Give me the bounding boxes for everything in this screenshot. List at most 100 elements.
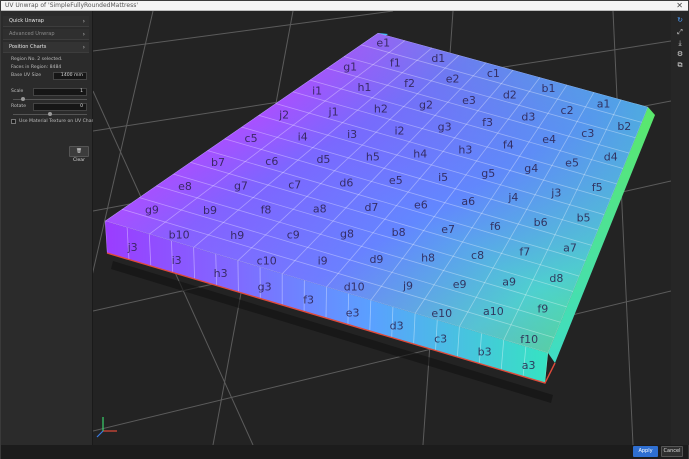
- scale-slider-handle[interactable]: [21, 97, 25, 101]
- download-icon[interactable]: ⤓: [674, 38, 686, 48]
- uv-cell-label: j9: [402, 280, 413, 293]
- use-material-texture-label: Use Material Texture on UV Charts: [19, 119, 98, 124]
- layers-icon[interactable]: ⧉: [674, 60, 686, 70]
- uv-cell-label: c9: [287, 229, 300, 242]
- rotate-input[interactable]: 0: [33, 103, 87, 111]
- axis-gizmo: [96, 417, 117, 438]
- uv-cell-label: d10: [344, 281, 365, 294]
- uv-cell-label: a10: [483, 305, 504, 318]
- uv-cell-label: c3: [581, 127, 594, 140]
- advanced-unwrap-section[interactable]: Advanced Unwrap ›: [3, 29, 89, 40]
- base-uv-size-label: Base UV Size: [11, 73, 42, 78]
- uv-cell-label: h1: [357, 81, 371, 94]
- 3d-viewport[interactable]: j3 i3 h3 g3 f3 e3 d3 c3 b3 a3 e1 d1 c1 b1 a1 f1 e2 d2 c2 b…: [93, 11, 671, 445]
- chevron-right-icon: ›: [82, 18, 85, 25]
- advanced-unwrap-label: Advanced Unwrap: [9, 31, 55, 37]
- uv-cell-label: c6: [265, 155, 278, 168]
- uv-cell-label: e6: [414, 198, 428, 211]
- uv-cell-label: g2: [419, 98, 433, 111]
- scale-label: Scale: [11, 89, 24, 94]
- uv-unwrap-window: UV Unwrap of 'SimpleFullyRoundedMattress…: [0, 0, 689, 459]
- uv-cell-label: e1: [376, 37, 390, 50]
- rotate-slider[interactable]: [13, 112, 87, 116]
- uv-cell-label: e3: [462, 94, 476, 107]
- uv-cell-label: g1: [343, 61, 357, 74]
- uv-cell-label: j4: [507, 191, 518, 204]
- uv-cell-label: d8: [549, 272, 563, 285]
- uv-cell-label: j3: [127, 241, 138, 254]
- uv-cell-label: h4: [413, 147, 427, 160]
- uv-cell-label: h9: [230, 229, 244, 242]
- uv-cell-label: d9: [369, 253, 383, 266]
- uv-cell-label: b1: [541, 82, 555, 95]
- trash-icon: 🗑: [76, 149, 82, 154]
- cancel-button[interactable]: Cancel: [661, 446, 683, 457]
- title-bar: UV Unwrap of 'SimpleFullyRoundedMattress…: [1, 1, 688, 11]
- uv-cell-label: d7: [364, 201, 378, 214]
- uv-cell-label: j2: [278, 108, 289, 121]
- quick-unwrap-section[interactable]: Quick Unwrap ›: [3, 16, 89, 27]
- uv-cell-label: g7: [234, 179, 248, 192]
- rotate-slider-handle[interactable]: [48, 112, 52, 116]
- uv-cell-label: f9: [537, 302, 548, 315]
- uv-cell-label: b8: [392, 226, 406, 239]
- uv-cell-label: e7: [441, 223, 455, 236]
- uv-cell-label: e5: [389, 174, 403, 187]
- uv-cell-label: f10: [520, 333, 538, 346]
- uv-cell-label: d2: [503, 88, 517, 101]
- uv-cell-label: f3: [303, 293, 314, 306]
- uv-cell-label: a1: [597, 97, 611, 110]
- uv-cell-label: f3: [482, 116, 493, 129]
- base-uv-size-input[interactable]: 1400 mm: [53, 72, 87, 80]
- uv-cell-label: c7: [288, 178, 301, 191]
- uv-grid-line: [325, 286, 327, 319]
- uv-cell-label: d1: [431, 52, 445, 65]
- position-charts-label: Position Charts: [9, 44, 47, 50]
- chevron-down-icon: ›: [82, 44, 85, 51]
- uv-cell-label: c5: [245, 132, 258, 145]
- uv-cell-label: e5: [565, 157, 579, 170]
- uv-cell-label: h3: [458, 143, 472, 156]
- uv-cell-label: d6: [339, 177, 353, 190]
- clear-button[interactable]: 🗑 Clear: [69, 146, 89, 163]
- apply-button[interactable]: Apply: [633, 446, 658, 457]
- uv-cell-label: j3: [550, 186, 561, 199]
- uv-cell-label: e2: [446, 72, 460, 85]
- uv-cell-label: d3: [390, 320, 404, 333]
- uv-cell-label: f8: [261, 204, 272, 217]
- fit-view-icon[interactable]: ⤢: [674, 27, 686, 37]
- scale-slider[interactable]: [13, 97, 87, 101]
- uv-cell-label: i5: [438, 171, 448, 184]
- close-icon[interactable]: ✕: [676, 1, 683, 10]
- uv-cell-label: e4: [542, 133, 556, 146]
- position-charts-section[interactable]: Position Charts ›: [3, 42, 89, 53]
- rotate-label: Rotate: [11, 104, 27, 109]
- uv-cell-label: f6: [490, 220, 501, 233]
- right-toolbar: ↻ ⤢ ⤓ ⚙ ⧉: [671, 11, 689, 445]
- uv-cell-label: d4: [604, 150, 618, 163]
- uv-cell-label: f7: [519, 246, 530, 259]
- scale-input[interactable]: 1: [33, 88, 87, 96]
- uv-cell-label: g9: [145, 204, 159, 217]
- uv-cell-label: i9: [318, 254, 328, 267]
- uv-cell-label: g8: [340, 228, 354, 241]
- uv-cell-label: b7: [211, 156, 225, 169]
- z-axis-line: [96, 430, 104, 438]
- uv-cell-label: b6: [534, 216, 548, 229]
- uv-cell-label: i2: [394, 125, 404, 138]
- uv-cell-label: c2: [561, 104, 574, 117]
- uv-cell-label: e9: [453, 278, 467, 291]
- faces-in-region-text: Faces in Region: 8484: [11, 65, 62, 70]
- grid-line: [93, 11, 394, 52]
- uv-cell-label: f2: [404, 77, 415, 90]
- uv-cell-label: d3: [521, 110, 535, 123]
- use-material-texture-checkbox[interactable]: [11, 119, 16, 124]
- uv-cell-label: i4: [298, 130, 308, 143]
- uv-cell-label: b10: [169, 229, 190, 242]
- uv-cell-label: c10: [257, 255, 277, 268]
- chevron-right-icon: ›: [82, 31, 85, 38]
- uv-cell-label: g3: [438, 121, 452, 134]
- settings-icon[interactable]: ⚙: [674, 49, 686, 59]
- uv-cell-label: f1: [390, 57, 401, 70]
- refresh-icon[interactable]: ↻: [674, 15, 686, 25]
